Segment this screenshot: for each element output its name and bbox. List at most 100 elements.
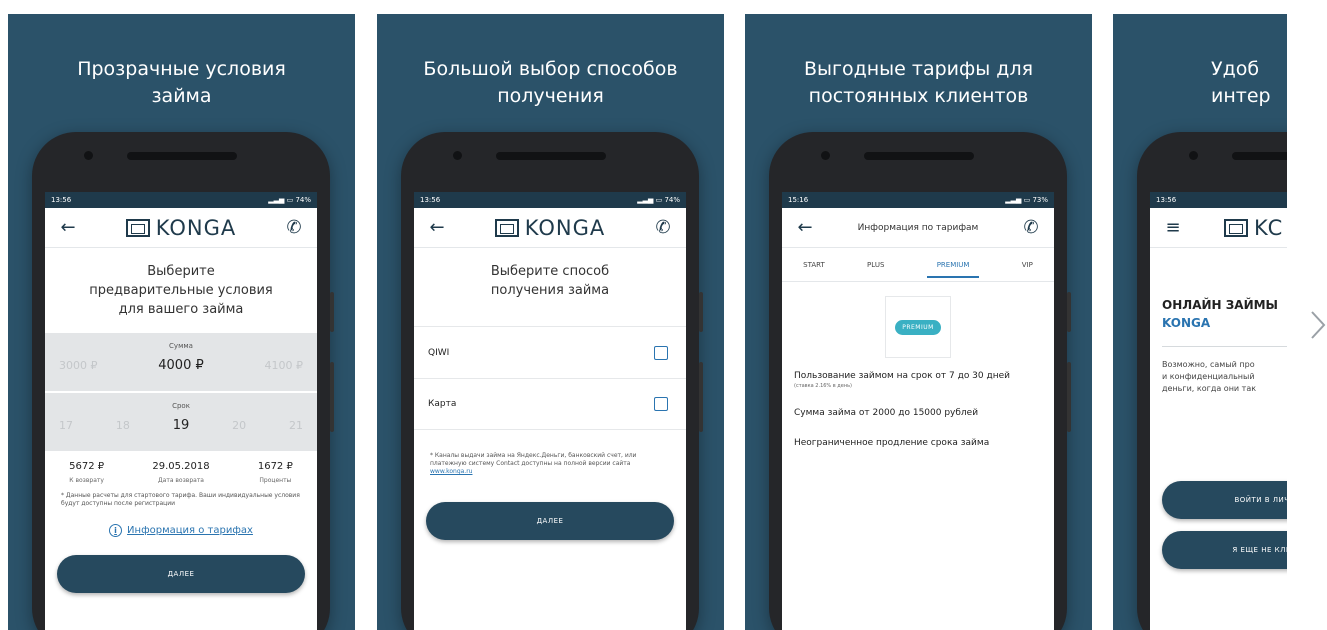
status-bar: 13:56 ▂▃▅ ▭ 74% <box>45 192 317 208</box>
note-text: * Каналы выдачи займа на Яндекс.Деньги, … <box>430 452 637 467</box>
method-qiwi[interactable]: QIWI <box>414 326 686 378</box>
chevron-right-icon[interactable] <box>1310 310 1326 340</box>
menu-icon[interactable]: ≡ <box>1162 217 1184 238</box>
card-title-line: займа <box>151 85 212 107</box>
card-title-line: Прозрачные условия <box>77 58 286 80</box>
card-title: Удоб интер <box>1113 56 1287 110</box>
battery-icon: ▭ <box>286 196 294 204</box>
app-bar: ← Информация по тарифам ✆ <box>782 208 1054 248</box>
term-option[interactable]: 20 <box>232 419 246 432</box>
back-arrow-icon[interactable]: ← <box>426 217 448 238</box>
tariff-amount-line: Сумма займа от 2000 до 15000 рублей <box>794 408 979 418</box>
amount-label: Сумма <box>169 342 193 350</box>
not-client-button[interactable]: Я ЕЩЕ НЕ КЛИ <box>1162 531 1287 569</box>
button-wrap: ДАЛЕЕ <box>45 555 317 593</box>
status-time: 13:56 <box>51 196 72 204</box>
phone-icon[interactable]: ✆ <box>283 217 305 238</box>
card-title-line: Выгодные тарифы для <box>803 58 1034 80</box>
logo-text: KONGA <box>155 215 237 240</box>
amount-option[interactable]: 4100 ₽ <box>265 359 304 372</box>
term-option[interactable]: 21 <box>289 419 303 432</box>
summary-item: 5672 ₽ К возврату <box>69 461 104 484</box>
promo-card-4: Удоб интер 13:56 ≡ KC ОНЛАЙН ЗАЙМЫ KONGA… <box>1113 14 1287 630</box>
signal-icon: ▂▃▅ <box>268 196 285 204</box>
term-picker[interactable]: Срок 17 18 19 20 21 <box>45 393 317 451</box>
back-arrow-icon[interactable]: ← <box>57 217 79 238</box>
card-title-line: получения <box>497 85 604 107</box>
method-checkbox[interactable] <box>654 397 668 411</box>
promo-text-line: и конфиденциальный <box>1162 372 1255 381</box>
amount-picker[interactable]: Сумма 3000 ₽ 4000 ₽ 4100 ₽ <box>45 333 317 391</box>
term-option[interactable]: 17 <box>59 419 73 432</box>
status-time: 13:56 <box>1156 196 1177 204</box>
term-selected[interactable]: 19 <box>173 418 190 433</box>
tab-premium[interactable]: PREMIUM <box>926 251 980 278</box>
method-checkbox[interactable] <box>654 345 668 360</box>
heading-line: получения займа <box>490 283 610 298</box>
term-row: 17 18 19 20 21 <box>45 410 317 433</box>
amount-selected[interactable]: 4000 ₽ <box>158 358 204 373</box>
battery-level: 74% <box>664 196 680 204</box>
summary-item: 29.05.2018 Дата возврата <box>152 461 209 484</box>
screen-heading: Выберите способ получения займа <box>414 262 686 300</box>
back-arrow-icon[interactable]: ← <box>794 217 816 238</box>
phone-icon[interactable]: ✆ <box>652 217 674 238</box>
logo-text: KONGA <box>524 215 606 240</box>
front-camera <box>453 151 462 160</box>
phone-frame: 13:56 ▂▃▅ ▭ 74% ← KONGA ✆ Выберите предв… <box>32 132 334 630</box>
summary-label: К возврату <box>69 477 104 484</box>
summary-label: Дата возврата <box>157 477 204 484</box>
konga-logo: KONGA <box>125 215 237 240</box>
button-wrap: ВОЙТИ В ЛИЧ <box>1150 481 1287 519</box>
screen-title: Информация по тарифам <box>857 222 979 233</box>
battery-level: 74% <box>295 196 311 204</box>
site-link[interactable]: www.konga.ru <box>430 468 472 475</box>
method-card[interactable]: Карта <box>414 378 686 430</box>
tariff-badge-box: PREMIUM <box>885 296 951 358</box>
promo-title: ОНЛАЙН ЗАЙМЫ <box>1162 298 1278 312</box>
phone-frame: 13:56 ▂▃▅ ▭ 74% ← KONGA ✆ Выберите спосо… <box>401 132 703 630</box>
phone-screen: 13:56 ▂▃▅ ▭ 74% ← KONGA ✆ Выберите спосо… <box>414 192 686 630</box>
status-time: 15:16 <box>788 196 809 204</box>
konga-logo: KONGA <box>494 215 606 240</box>
card-title-line: интер <box>1211 85 1271 107</box>
tariff-term-line: Пользование займом на срок от 7 до 30 дн… <box>794 371 1010 381</box>
power-button <box>699 362 703 432</box>
tariff-tabs: START PLUS PREMIUM VIP <box>782 248 1054 282</box>
login-button[interactable]: ВОЙТИ В ЛИЧ <box>1162 481 1287 519</box>
next-button[interactable]: ДАЛЕЕ <box>426 502 674 540</box>
summary-value: 1672 ₽ <box>257 461 293 472</box>
signal-icon: ▂▃▅ <box>1005 196 1022 204</box>
premium-badge: PREMIUM <box>895 319 941 335</box>
phone-screen: 13:56 ≡ KC ОНЛАЙН ЗАЙМЫ KONGA Возможно, … <box>1150 192 1287 630</box>
summary-value: 29.05.2018 <box>152 461 210 472</box>
tariff-extension-line: Неограниченное продление срока займа <box>794 438 990 448</box>
card-title: Большой выбор способов получения <box>377 56 724 110</box>
info-icon: i <box>109 524 123 537</box>
logo-mark <box>1224 218 1248 237</box>
front-camera <box>821 151 830 160</box>
method-label: Карта <box>428 399 457 409</box>
heading-line: предварительные условия <box>89 283 273 298</box>
phone-icon[interactable]: ✆ <box>1020 217 1042 238</box>
next-button[interactable]: ДАЛЕЕ <box>57 555 305 593</box>
tariff-details: Пользование займом на срок от 7 до 30 дн… <box>782 370 1054 449</box>
term-option[interactable]: 18 <box>116 419 130 432</box>
logo-text: KC <box>1254 215 1284 240</box>
tariff-rate-note: (ставка 2.16% в день) <box>794 383 853 389</box>
tab-start[interactable]: START <box>803 261 825 269</box>
promo-card-2: Большой выбор способов получения 13:56 ▂… <box>377 14 724 630</box>
tab-vip[interactable]: VIP <box>1022 261 1033 269</box>
battery-icon: ▭ <box>1023 196 1031 204</box>
summary-label: Проценты <box>259 477 292 484</box>
logo-mark <box>125 218 150 237</box>
tab-plus[interactable]: PLUS <box>867 261 884 269</box>
tariff-info-link[interactable]: i Информация о тарифах <box>45 524 317 537</box>
amount-option[interactable]: 3000 ₽ <box>59 359 98 372</box>
phone-screen: 15:16 ▂▃▅ ▭ 73% ← Информация по тарифам … <box>782 192 1054 630</box>
app-bar: ← KONGA ✆ <box>414 208 686 248</box>
amount-row: 3000 ₽ 4000 ₽ 4100 ₽ <box>45 350 317 373</box>
card-title: Прозрачные условия займа <box>8 56 355 110</box>
summary-item: 1672 ₽ Проценты <box>258 461 293 484</box>
konga-logo: KC <box>1224 216 1283 240</box>
